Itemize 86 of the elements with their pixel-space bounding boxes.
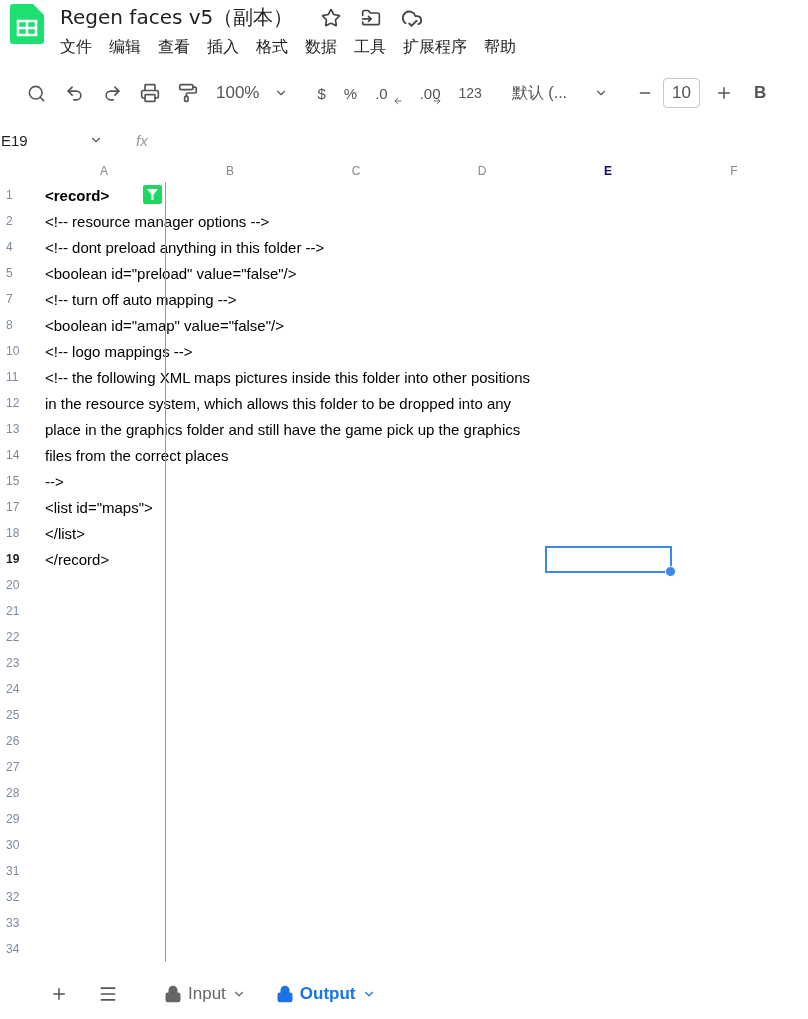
cell-text: </record> [44, 550, 110, 568]
row-number[interactable]: 22 [0, 630, 20, 644]
cell-text: <boolean id="amap" value="false"/> [44, 316, 284, 334]
row-number[interactable]: 8 [0, 318, 13, 332]
menu-item[interactable]: 扩展程序 [397, 35, 473, 60]
move-folder-icon[interactable] [361, 7, 382, 28]
percent-format-button[interactable]: % [343, 84, 358, 102]
row-number[interactable]: 25 [0, 708, 20, 722]
row-number[interactable]: 34 [0, 942, 20, 956]
column-header[interactable]: C [293, 164, 419, 178]
row-number[interactable]: 31 [0, 864, 20, 878]
star-icon[interactable] [321, 7, 342, 28]
row-number[interactable]: 12 [0, 396, 20, 410]
undo-icon[interactable] [64, 83, 84, 103]
font-size-field[interactable]: 10 [663, 78, 700, 108]
number-format-button[interactable]: 123 [458, 85, 482, 101]
redo-icon[interactable] [102, 83, 122, 103]
cell-text: --> [44, 472, 64, 490]
cell-text: place in the graphics folder and still have the game pick up the graphics [44, 420, 521, 438]
menu-item[interactable]: 工具 [348, 35, 392, 60]
menu-item[interactable]: 查看 [152, 35, 196, 60]
menu-item[interactable]: 编辑 [103, 35, 147, 60]
row-number[interactable]: 30 [0, 838, 20, 852]
paint-format-icon[interactable] [178, 83, 198, 103]
font-select[interactable]: 默认 (... [511, 82, 567, 104]
row-number[interactable]: 11 [0, 370, 19, 384]
sheet-tab[interactable]: Input [164, 984, 246, 1004]
formula-label: fx [136, 131, 148, 149]
sheet-tab[interactable]: Output [275, 984, 376, 1004]
bold-button[interactable]: B [753, 83, 767, 103]
cell-text: files from the correct places [44, 446, 229, 464]
row-number[interactable]: 5 [0, 266, 13, 280]
row-number[interactable]: 14 [0, 448, 20, 462]
row-number[interactable]: 28 [0, 786, 20, 800]
add-sheet-icon[interactable] [50, 985, 68, 1003]
document-title[interactable]: Regen faces v5（副本） [60, 4, 294, 31]
row-number[interactable]: 20 [0, 578, 20, 592]
row-number[interactable]: 27 [0, 760, 20, 774]
row-number[interactable]: 26 [0, 734, 20, 748]
row-number[interactable]: 10 [0, 344, 20, 358]
row-number[interactable]: 33 [0, 916, 20, 930]
cell-text: <list id="maps"> [44, 498, 153, 516]
row-number[interactable]: 24 [0, 682, 20, 696]
row-number[interactable]: 32 [0, 890, 20, 904]
lock-icon [164, 985, 182, 1003]
cell-text: <!-- turn off auto mapping --> [44, 290, 237, 308]
cell-text: <record> [44, 186, 110, 204]
fill-handle[interactable] [665, 566, 676, 577]
menu-item[interactable]: 帮助 [478, 35, 522, 60]
cell-text: <boolean id="preload" value="false"/> [44, 264, 297, 282]
menu-item[interactable]: 数据 [299, 35, 343, 60]
increase-decimal-button[interactable]: .00 [419, 84, 441, 102]
column-header[interactable]: D [419, 164, 545, 178]
row-number[interactable]: 29 [0, 812, 20, 826]
column-header[interactable]: F [671, 164, 797, 178]
row-number[interactable]: 1 [0, 188, 13, 202]
row-number[interactable]: 18 [0, 526, 20, 540]
cell-text: </list> [44, 524, 86, 542]
column-header[interactable]: E [545, 164, 671, 178]
search-icon[interactable] [26, 83, 46, 103]
row-number[interactable]: 17 [0, 500, 20, 514]
menu-item[interactable]: 插入 [201, 35, 245, 60]
row-number[interactable]: 23 [0, 656, 20, 670]
menu-item[interactable]: 文件 [54, 35, 98, 60]
row-number[interactable]: 19 [0, 552, 20, 566]
print-icon[interactable] [140, 83, 160, 103]
row-number[interactable]: 15 [0, 474, 20, 488]
cell-text: <!-- logo mappings --> [44, 342, 193, 360]
cell-text: <!-- the following XML maps pictures inside this folder into other positions [44, 368, 531, 386]
column-header[interactable]: A [41, 164, 167, 178]
lock-icon [275, 985, 294, 1003]
currency-format-button[interactable]: $ [317, 84, 326, 102]
cell-text: <!-- resource manager options --> [44, 212, 270, 230]
column-header[interactable]: B [167, 164, 293, 178]
name-box[interactable]: E19 [0, 131, 86, 149]
row-number[interactable]: 2 [0, 214, 13, 228]
cell-text: in the resource system, which allows this folder to be dropped into any [44, 394, 512, 412]
menu-icon[interactable] [98, 984, 118, 1004]
row-number[interactable]: 7 [0, 292, 13, 306]
row-number[interactable]: 21 [0, 604, 20, 618]
decrease-decimal-button[interactable]: .0 [375, 84, 388, 102]
row-number[interactable]: 4 [0, 240, 13, 254]
menu-item[interactable]: 格式 [250, 35, 294, 60]
cell-text: <!-- dont preload anything in this folder --> [44, 238, 325, 256]
zoom-select[interactable]: 100% [216, 83, 260, 103]
row-number[interactable]: 13 [0, 422, 20, 436]
